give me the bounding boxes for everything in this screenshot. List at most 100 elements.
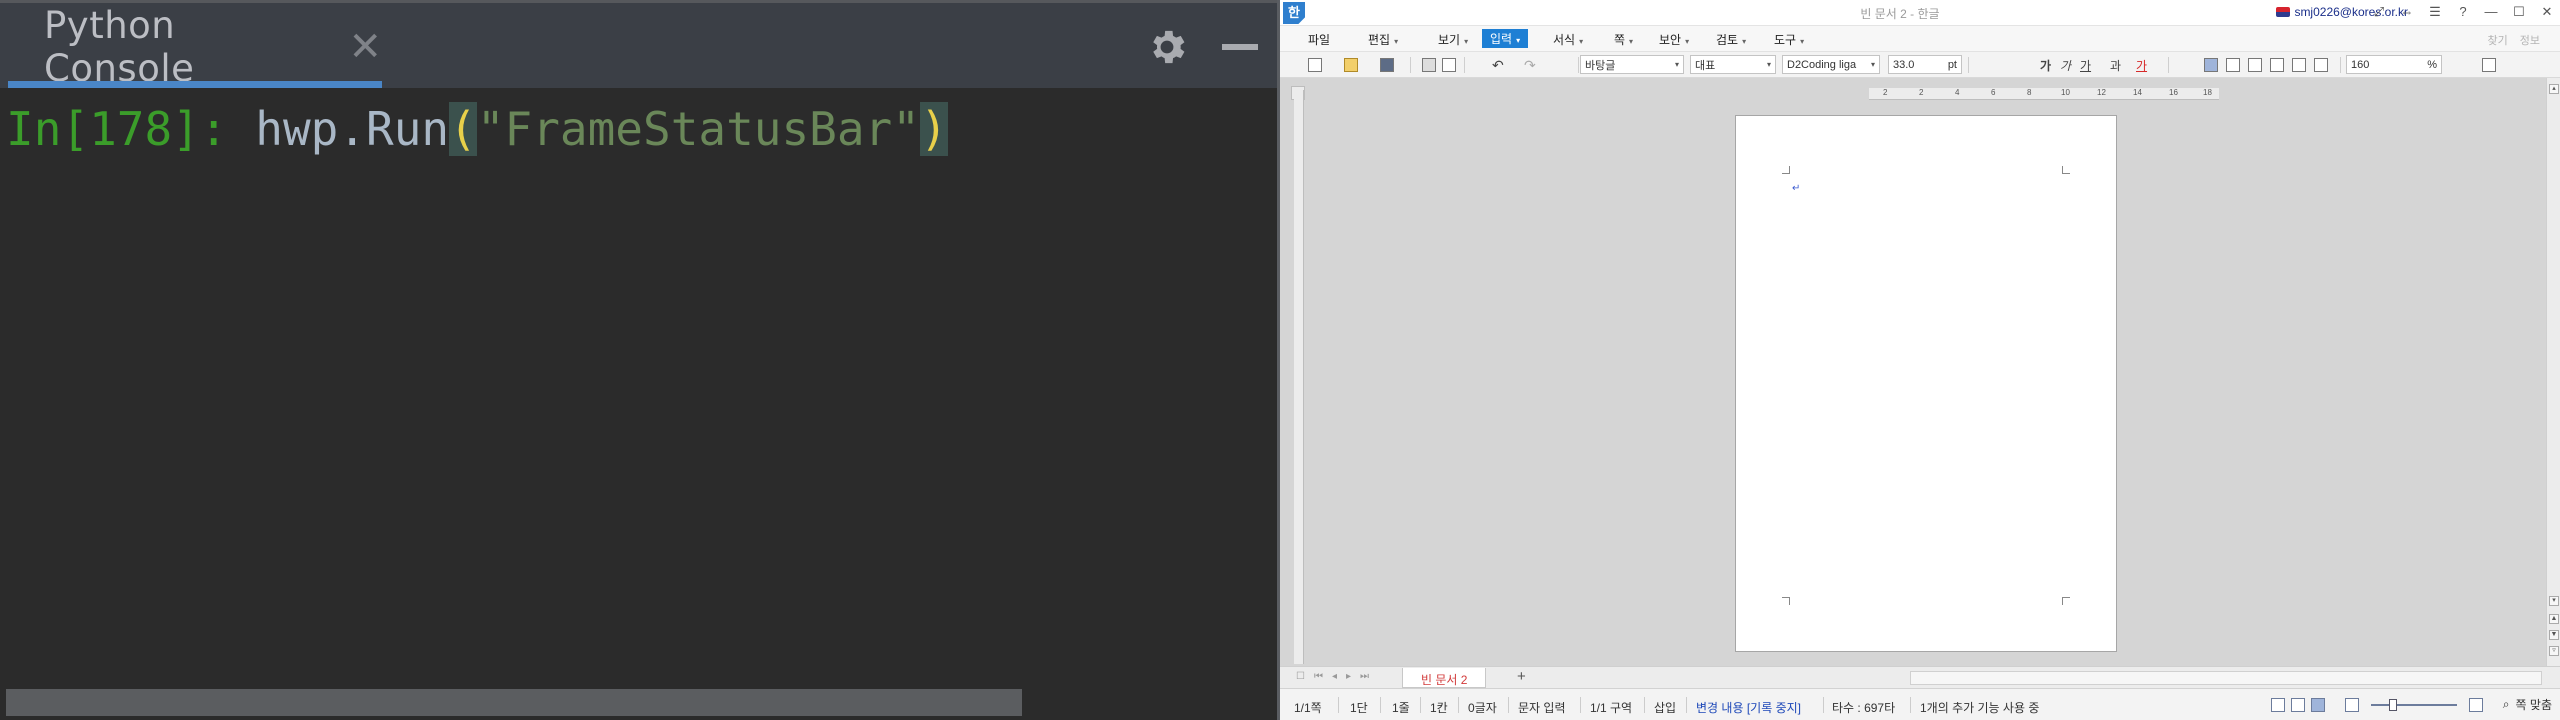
zoom-slider-thumb[interactable] [2388, 698, 2397, 711]
tab-python-console[interactable]: Python Console ✕ [8, 4, 382, 90]
align-distribute-icon[interactable] [2292, 56, 2306, 74]
console-output[interactable]: In[178]: hwp.Run("FrameStatusBar") [0, 88, 1277, 720]
tab-navigation: ☐ ⏮ ◂ ▸ ⏭ [1296, 671, 1369, 682]
undo-icon[interactable]: ↶ [1492, 56, 1504, 74]
menubar-info[interactable]: 정보 [2520, 32, 2540, 48]
horizontal-scrollbar[interactable] [1910, 671, 2542, 685]
scroll-down-icon[interactable]: ▾ [2549, 596, 2559, 606]
close-window-icon[interactable]: ✕ [2540, 4, 2554, 20]
next-tab-icon[interactable]: ▸ [1346, 671, 1351, 682]
style-select[interactable]: 바탕글 ▾ [1580, 55, 1684, 74]
status-separator [1420, 697, 1421, 713]
zoom-slider[interactable] [2370, 698, 2457, 711]
menu-security[interactable]: 보안 ▾ [1659, 31, 1689, 48]
open-folder-icon[interactable] [1344, 56, 1358, 74]
horizontal-ruler: 2 2 4 6 8 10 12 14 16 18 [1869, 88, 2219, 100]
scroll-end-icon[interactable]: ▿ [2549, 646, 2559, 656]
menu-label: 보안 [1659, 33, 1682, 47]
console-input-line[interactable]: In[178]: hwp.Run("FrameStatusBar") [6, 96, 948, 162]
font-select[interactable]: D2Coding liga ▾ [1782, 55, 1880, 74]
prev-tab-icon[interactable]: ◂ [1332, 671, 1337, 682]
page-down-icon[interactable]: ▼ [2549, 630, 2559, 640]
save-icon[interactable] [1380, 56, 1394, 74]
menu-review[interactable]: 검토 ▾ [1716, 31, 1746, 48]
menu-label: 보기 [1438, 33, 1461, 47]
preview-icon[interactable] [1442, 56, 1456, 74]
menu-format[interactable]: 서식 ▾ [1553, 31, 1583, 48]
minimize-window-icon[interactable]: — [2484, 4, 2498, 20]
language-select[interactable]: 대표 ▾ [1690, 55, 1776, 74]
menubar-find[interactable]: 찾기 [2488, 32, 2508, 48]
chevron-down-icon: ▾ [1516, 36, 1521, 45]
gear-icon[interactable] [1145, 25, 1189, 69]
vertical-scrollbar[interactable]: ▴ ▾ ▲ ▼ ▿ [2546, 78, 2560, 666]
align-left-icon[interactable] [2226, 56, 2240, 74]
page-up-icon[interactable]: ▲ [2549, 614, 2559, 624]
align-right-icon[interactable] [2270, 56, 2284, 74]
scroll-up-icon[interactable]: ▴ [2549, 84, 2559, 94]
toolbar-separator [1464, 57, 1465, 73]
menu-page[interactable]: 쪽 ▾ [1614, 31, 1633, 48]
font-size-field[interactable]: 33.0 pt [1888, 55, 1962, 74]
menu-file[interactable]: 파일 [1308, 31, 1330, 48]
status-track-changes[interactable]: 변경 내용 [기록 중지] [1696, 699, 1801, 716]
ruler-number: 12 [2097, 88, 2106, 97]
view-normal-icon[interactable] [2270, 697, 2285, 712]
console-scrollbar-thumb[interactable] [6, 689, 1022, 716]
font-color-button[interactable]: 가 [2136, 56, 2147, 74]
view-full-icon[interactable] [2290, 697, 2305, 712]
page-corner-mark [2062, 597, 2070, 605]
align-justify-icon[interactable] [2204, 56, 2218, 74]
menu-edit[interactable]: 편집 ▾ [1368, 31, 1398, 48]
status-separator [1823, 697, 1824, 713]
bold-button[interactable]: 가 [2040, 56, 2051, 74]
redo-icon[interactable]: ↷ [1524, 56, 1536, 74]
document-page[interactable]: ↵ [1735, 115, 2117, 652]
add-tab-button[interactable]: + [1517, 668, 1526, 685]
document-workspace[interactable]: 2 2 4 6 8 10 12 14 16 18 ↵ ▴ ▾ ▲ ▼ ▿ [1280, 78, 2560, 666]
status-insert-mode[interactable]: 삽입 [1654, 699, 1676, 716]
help-icon[interactable]: ? [2456, 4, 2470, 20]
menu-view[interactable]: 보기 ▾ [1438, 31, 1468, 48]
strikethrough-button[interactable]: 과 [2110, 56, 2121, 74]
chevron-down-icon: ▾ [1870, 60, 1875, 69]
minimize-icon[interactable] [1222, 44, 1258, 50]
new-document-icon[interactable] [1308, 56, 1322, 74]
align-center-icon[interactable] [2248, 56, 2262, 74]
active-tab-indicator [8, 81, 382, 88]
first-tab-icon[interactable]: ⏮ [1314, 671, 1323, 682]
hwp-menubar: 파일 편집 ▾ 보기 ▾ 입력 ▾ 서식 ▾ 쪽 ▾ 보안 ▾ 검토 ▾ 도구 ▾ 찾기 정보 [1280, 26, 2560, 52]
hwp-logo-icon[interactable]: 한 [1283, 2, 1305, 24]
last-tab-icon[interactable]: ⏭ [1360, 671, 1369, 682]
ruler-number: 6 [1991, 88, 1996, 97]
console-horizontal-scrollbar[interactable] [0, 686, 1277, 720]
status-addons[interactable]: 1개의 추가 기능 사용 중 [1920, 699, 2039, 716]
status-input-mode[interactable]: 문자 입력 [1518, 699, 1566, 716]
status-page[interactable]: 1/1쪽 [1294, 699, 1322, 716]
chevron-down-icon: ▾ [1629, 37, 1634, 46]
tab-menu-icon[interactable]: ☐ [1296, 671, 1305, 682]
print-icon[interactable] [1422, 56, 1436, 74]
zoom-value: 160 [2351, 58, 2370, 71]
fullscreen-icon[interactable]: ⤢ [2372, 4, 2386, 20]
menu-insert[interactable]: 입력 ▾ [1482, 29, 1529, 48]
underline-button[interactable]: 가 [2080, 56, 2091, 74]
maximize-window-icon[interactable]: ☐ [2512, 4, 2526, 20]
magnifier-icon[interactable]: ⌕ [2503, 697, 2510, 712]
zoom-field[interactable]: 160% [2346, 55, 2442, 74]
python-console-panel: Python Console ✕ In[178]: hwp.Run("Frame… [0, 0, 1280, 720]
layout-icon[interactable] [2482, 56, 2496, 74]
ruler-number: 2 [1883, 88, 1888, 97]
tab-blank-document-2[interactable]: 빈 문서 2 [1402, 668, 1487, 688]
zoom-in-icon[interactable] [2468, 697, 2483, 712]
fit-page-button[interactable]: 쪽 맞춤 [2516, 696, 2552, 713]
italic-button[interactable]: 가 [2060, 56, 2071, 74]
close-icon[interactable]: ✕ [348, 27, 382, 67]
code-string: "FrameStatusBar" [476, 102, 920, 156]
view-page-icon[interactable] [2310, 697, 2325, 712]
menu-icon[interactable]: ☰ [2428, 4, 2442, 20]
menu-tools[interactable]: 도구 ▾ [1774, 31, 1804, 48]
align-split-icon[interactable] [2314, 56, 2328, 74]
zoom-out-icon[interactable] [2344, 697, 2359, 712]
resize-icon[interactable]: ⇔ [2400, 4, 2414, 20]
